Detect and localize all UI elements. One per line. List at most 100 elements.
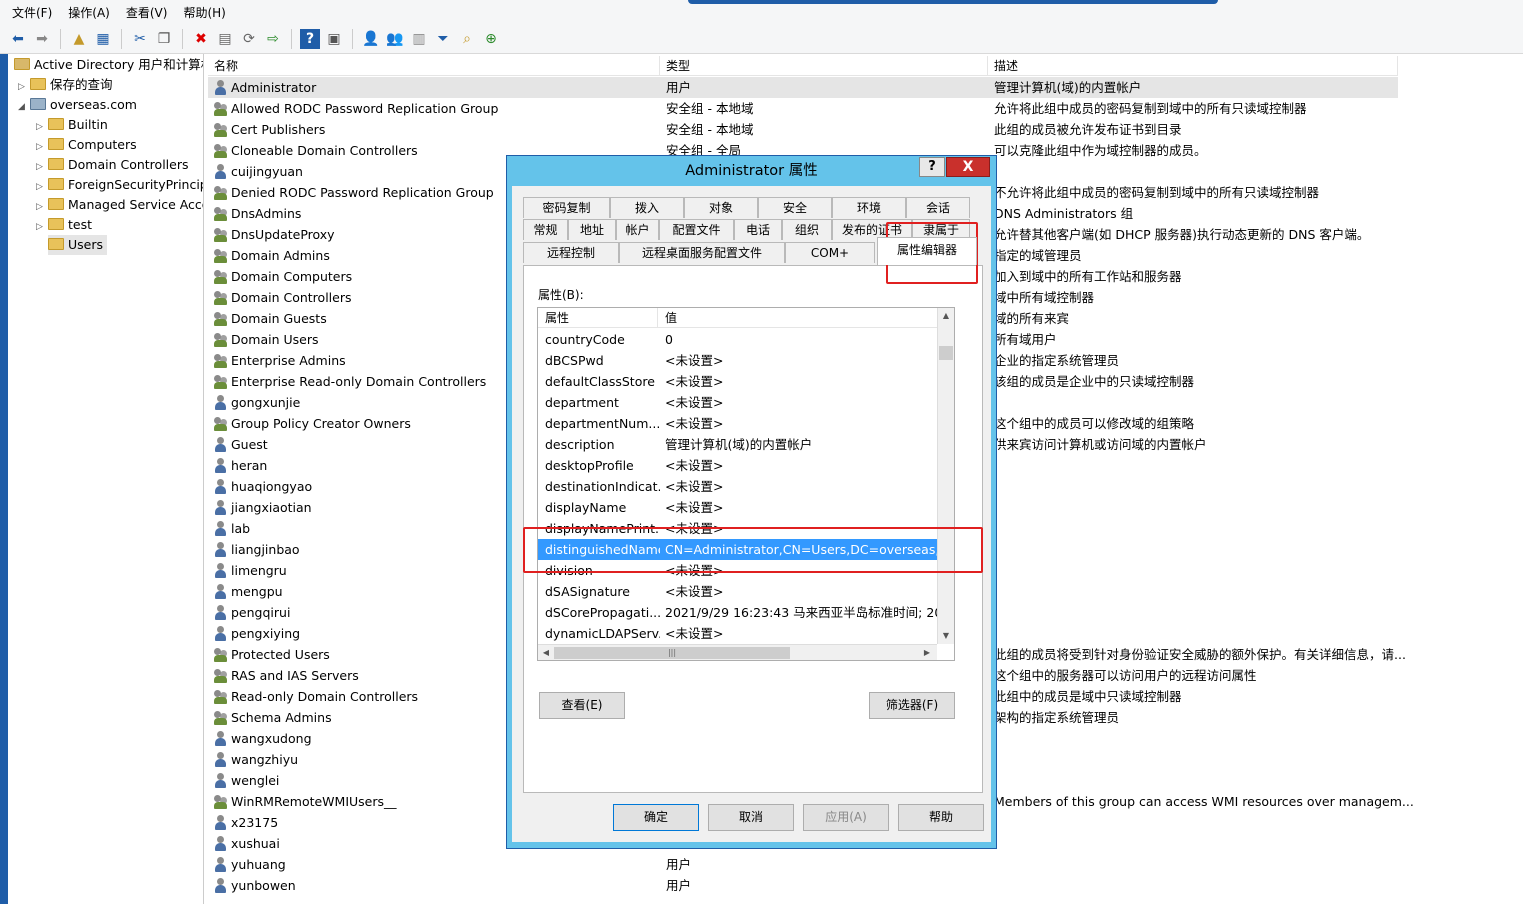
tab-rds-profile[interactable]: 远程桌面服务配置文件 bbox=[619, 242, 785, 263]
dialog-close-button[interactable]: X bbox=[946, 157, 990, 177]
attribute-row[interactable]: dSASignature <未设置> bbox=[538, 581, 938, 602]
expand-arrow-icon[interactable]: ▷ bbox=[36, 197, 48, 217]
up-folder-icon[interactable]: ▲ bbox=[69, 29, 89, 49]
list-item[interactable]: Cert Publishers 安全组 - 本地域 此组的成员被允许发布证书到目录 bbox=[208, 119, 1398, 140]
tab-organization[interactable]: 组织 bbox=[782, 219, 832, 240]
attribute-row[interactable]: defaultClassStore <未设置> bbox=[538, 371, 938, 392]
column-value[interactable]: 值 bbox=[658, 308, 938, 328]
tree-domain-controllers[interactable]: ▷ Domain Controllers bbox=[36, 155, 188, 175]
menu-action[interactable]: 操作(A) bbox=[68, 4, 110, 21]
new-user-icon[interactable]: 👤 bbox=[361, 29, 381, 49]
tab-telephones[interactable]: 电话 bbox=[734, 219, 782, 240]
tab-address[interactable]: 地址 bbox=[568, 219, 616, 240]
column-description[interactable]: 描述 bbox=[988, 56, 1398, 76]
collapse-arrow-icon[interactable]: ◢ bbox=[18, 97, 30, 117]
tab-com-plus[interactable]: COM+ bbox=[785, 242, 875, 263]
tree-root[interactable]: Active Directory 用户和计算机 bbox=[14, 55, 203, 75]
forward-icon[interactable]: ➡ bbox=[32, 29, 52, 49]
new-group-icon[interactable]: 👥 bbox=[385, 29, 405, 49]
tree-test[interactable]: ▷ test bbox=[36, 215, 92, 235]
menu-view[interactable]: 查看(V) bbox=[126, 4, 168, 21]
tab-object[interactable]: 对象 bbox=[684, 197, 758, 218]
attribute-row[interactable]: description 管理计算机(域)的内置帐户 bbox=[538, 434, 938, 455]
tree-builtin[interactable]: ▷ Builtin bbox=[36, 115, 108, 135]
item-name-text: xushuai bbox=[231, 836, 280, 851]
tab-password-replication[interactable]: 密码复制 bbox=[523, 197, 610, 218]
tab-dial-in[interactable]: 拨入 bbox=[610, 197, 684, 218]
tab-account[interactable]: 帐户 bbox=[616, 219, 659, 240]
menu-file[interactable]: 文件(F) bbox=[12, 4, 52, 21]
apply-button[interactable]: 应用(A) bbox=[803, 804, 889, 831]
delete-icon[interactable]: ✖ bbox=[191, 29, 211, 49]
attribute-row[interactable]: dSCorePropagati... 2021/9/29 16:23:43 马来西… bbox=[538, 602, 938, 623]
menu-help[interactable]: 帮助(H) bbox=[183, 4, 225, 21]
export-list-icon[interactable]: ⇨ bbox=[263, 29, 283, 49]
dialog-help-button[interactable]: ? bbox=[919, 157, 945, 177]
tab-profile[interactable]: 配置文件 bbox=[659, 219, 734, 240]
expand-arrow-icon[interactable]: ▷ bbox=[36, 137, 48, 157]
view-button[interactable]: 查看(E) bbox=[539, 692, 625, 719]
expand-arrow-icon[interactable]: ▷ bbox=[18, 77, 30, 97]
tab-general[interactable]: 常规 bbox=[523, 219, 568, 240]
scroll-thumb[interactable] bbox=[939, 346, 953, 360]
scroll-down-icon[interactable]: ▼ bbox=[938, 628, 954, 644]
list-item[interactable]: yunbowen 用户 bbox=[208, 875, 1398, 896]
horizontal-scrollbar[interactable]: ◀ ||| ▶ bbox=[538, 644, 937, 660]
expand-arrow-icon[interactable]: ▷ bbox=[36, 117, 48, 137]
back-icon[interactable]: ⬅ bbox=[8, 29, 28, 49]
attribute-row[interactable]: destinationIndicat... <未设置> bbox=[538, 476, 938, 497]
tab-security[interactable]: 安全 bbox=[758, 197, 832, 218]
find-icon[interactable]: ⌕ bbox=[457, 29, 477, 49]
tab-remote-control[interactable]: 远程控制 bbox=[523, 242, 619, 263]
tree-managed-service[interactable]: ▷ Managed Service Acco bbox=[36, 195, 203, 217]
filter-button[interactable]: 筛选器(F) bbox=[869, 692, 955, 719]
column-type[interactable]: 类型 bbox=[660, 56, 988, 76]
scroll-left-icon[interactable]: ◀ bbox=[538, 645, 554, 660]
help-button[interactable]: 帮助 bbox=[898, 804, 984, 831]
expand-arrow-icon[interactable]: ▷ bbox=[36, 157, 48, 177]
tree-domain[interactable]: ◢ overseas.com bbox=[18, 95, 137, 115]
copy-icon[interactable]: ❐ bbox=[154, 29, 174, 49]
vertical-scrollbar[interactable]: ▲ ▼ bbox=[937, 308, 954, 644]
attribute-row[interactable]: desktopProfile <未设置> bbox=[538, 455, 938, 476]
expand-arrow-icon[interactable]: ▷ bbox=[36, 177, 48, 197]
add-to-group-icon[interactable]: ⊕ bbox=[481, 29, 501, 49]
expand-arrow-icon[interactable]: ▷ bbox=[36, 217, 48, 237]
attribute-row[interactable]: displayNamePrint... <未设置> bbox=[538, 518, 938, 539]
tree-computers[interactable]: ▷ Computers bbox=[36, 135, 137, 155]
tree-users[interactable]: Users bbox=[48, 235, 108, 255]
help-icon[interactable]: ? bbox=[300, 28, 320, 49]
filter-icon[interactable]: ⏷ bbox=[433, 29, 453, 49]
attribute-row[interactable]: displayName <未设置> bbox=[538, 497, 938, 518]
cancel-button[interactable]: 取消 bbox=[708, 804, 794, 831]
item-type: 用户 bbox=[666, 878, 692, 893]
attribute-row[interactable]: dBCSPwd <未设置> bbox=[538, 350, 938, 371]
attribute-row[interactable]: departmentNum... <未设置> bbox=[538, 413, 938, 434]
cut-icon[interactable]: ✂ bbox=[130, 29, 150, 49]
list-item[interactable]: yuhuang 用户 bbox=[208, 854, 1398, 875]
console-icon[interactable]: ▣ bbox=[324, 29, 344, 49]
tab-attribute-editor[interactable]: 属性编辑器 bbox=[877, 237, 977, 265]
attribute-row[interactable]: dynamicLDAPServ... <未设置> bbox=[538, 623, 938, 644]
tree-foreign-security[interactable]: ▷ ForeignSecurityPrincipa bbox=[36, 175, 203, 197]
ok-button[interactable]: 确定 bbox=[613, 804, 699, 831]
column-name[interactable]: 名称 bbox=[208, 56, 660, 76]
new-ou-icon[interactable]: ▥ bbox=[409, 29, 429, 49]
column-attribute[interactable]: 属性 bbox=[538, 308, 658, 328]
scroll-right-icon[interactable]: ▶ bbox=[919, 645, 935, 660]
attribute-row[interactable]: distinguishedName CN=Administrator,CN=Use… bbox=[538, 539, 938, 560]
tab-environment[interactable]: 环境 bbox=[832, 197, 906, 218]
properties-icon[interactable]: ▤ bbox=[215, 29, 235, 49]
tree-saved-queries[interactable]: ▷ 保存的查询 bbox=[18, 75, 113, 95]
attribute-row[interactable]: division <未设置> bbox=[538, 560, 938, 581]
scroll-up-icon[interactable]: ▲ bbox=[938, 308, 954, 324]
attribute-row[interactable]: department <未设置> bbox=[538, 392, 938, 413]
attribute-row[interactable]: countryCode 0 bbox=[538, 329, 938, 350]
scroll-thumb[interactable]: ||| bbox=[554, 647, 790, 659]
tab-sessions[interactable]: 会话 bbox=[906, 197, 970, 218]
item-name: xushuai bbox=[214, 833, 280, 854]
list-item[interactable]: Allowed RODC Password Replication Group 安… bbox=[208, 98, 1398, 119]
list-item[interactable]: Administrator 用户 管理计算机(域)的内置帐户 bbox=[208, 77, 1398, 98]
show-console-tree-icon[interactable]: ▦ bbox=[93, 29, 113, 49]
refresh-icon[interactable]: ⟳ bbox=[239, 29, 259, 49]
